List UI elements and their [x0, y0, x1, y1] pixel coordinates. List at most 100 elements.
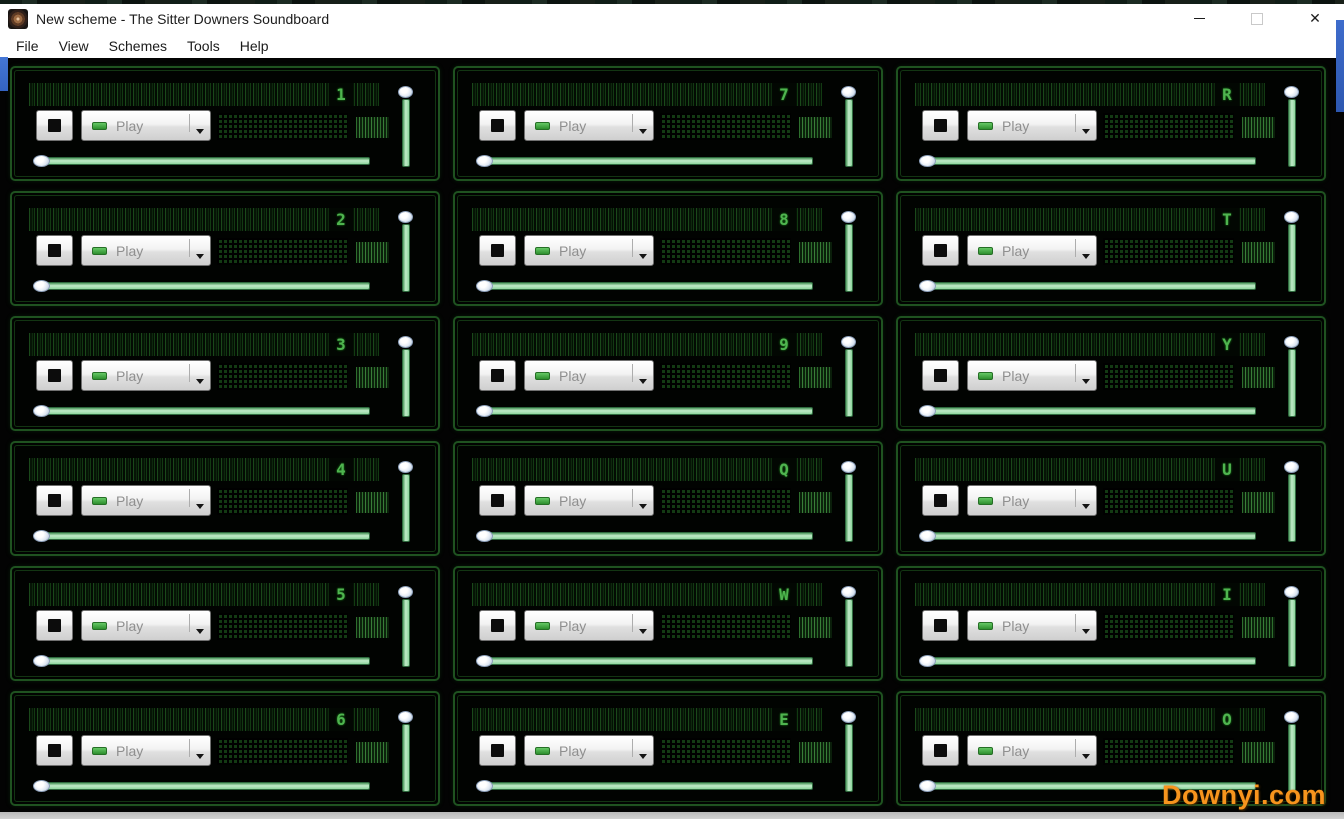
maximize-button[interactable]: [1228, 4, 1286, 33]
volume-slider-vertical[interactable]: [396, 586, 416, 668]
dropdown-arrow-icon[interactable]: [1082, 504, 1090, 509]
dropdown-arrow-icon[interactable]: [1082, 629, 1090, 634]
stop-button[interactable]: [36, 485, 73, 516]
seek-slider-thumb[interactable]: [33, 280, 50, 292]
volume-slider-thumb[interactable]: [398, 461, 413, 473]
seek-slider-horizontal[interactable]: [33, 404, 370, 418]
stop-button[interactable]: [479, 485, 516, 516]
seek-slider-horizontal[interactable]: [33, 779, 370, 793]
menu-tools[interactable]: Tools: [177, 38, 230, 54]
volume-slider-vertical[interactable]: [396, 211, 416, 293]
play-button[interactable]: Play: [524, 735, 654, 766]
stop-button[interactable]: [922, 360, 959, 391]
play-button[interactable]: Play: [524, 360, 654, 391]
stop-button[interactable]: [479, 610, 516, 641]
volume-slider-vertical[interactable]: [1282, 586, 1302, 668]
seek-slider-horizontal[interactable]: [476, 404, 813, 418]
seek-slider-thumb[interactable]: [476, 405, 493, 417]
volume-slider-thumb[interactable]: [1284, 586, 1299, 598]
play-button[interactable]: Play: [967, 110, 1097, 141]
menu-schemes[interactable]: Schemes: [99, 38, 177, 54]
play-button[interactable]: Play: [524, 110, 654, 141]
volume-slider-thumb[interactable]: [841, 86, 856, 98]
play-button[interactable]: Play: [524, 610, 654, 641]
stop-button[interactable]: [922, 610, 959, 641]
stop-button[interactable]: [36, 110, 73, 141]
volume-slider-thumb[interactable]: [398, 336, 413, 348]
volume-slider-vertical[interactable]: [396, 86, 416, 168]
dropdown-arrow-icon[interactable]: [1082, 254, 1090, 259]
seek-slider-thumb[interactable]: [476, 155, 493, 167]
seek-slider-thumb[interactable]: [33, 530, 50, 542]
play-button[interactable]: Play: [81, 485, 211, 516]
seek-slider-horizontal[interactable]: [919, 404, 1256, 418]
stop-button[interactable]: [36, 610, 73, 641]
play-button[interactable]: Play: [81, 360, 211, 391]
seek-slider-thumb[interactable]: [33, 780, 50, 792]
seek-slider-horizontal[interactable]: [476, 529, 813, 543]
stop-button[interactable]: [479, 110, 516, 141]
seek-slider-thumb[interactable]: [919, 280, 936, 292]
play-button[interactable]: Play: [967, 360, 1097, 391]
seek-slider-horizontal[interactable]: [33, 279, 370, 293]
seek-slider-horizontal[interactable]: [33, 154, 370, 168]
seek-slider-thumb[interactable]: [476, 280, 493, 292]
seek-slider-horizontal[interactable]: [476, 279, 813, 293]
minimize-button[interactable]: [1170, 4, 1228, 33]
stop-button[interactable]: [922, 485, 959, 516]
volume-slider-thumb[interactable]: [1284, 211, 1299, 223]
volume-slider-thumb[interactable]: [841, 586, 856, 598]
seek-slider-horizontal[interactable]: [33, 654, 370, 668]
play-button[interactable]: Play: [81, 610, 211, 641]
volume-slider-vertical[interactable]: [396, 461, 416, 543]
volume-slider-vertical[interactable]: [1282, 461, 1302, 543]
stop-button[interactable]: [922, 735, 959, 766]
volume-slider-thumb[interactable]: [398, 711, 413, 723]
volume-slider-vertical[interactable]: [1282, 211, 1302, 293]
stop-button[interactable]: [36, 235, 73, 266]
volume-slider-vertical[interactable]: [839, 211, 859, 293]
dropdown-arrow-icon[interactable]: [639, 629, 647, 634]
volume-slider-thumb[interactable]: [398, 211, 413, 223]
menu-view[interactable]: View: [49, 38, 99, 54]
seek-slider-thumb[interactable]: [919, 530, 936, 542]
seek-slider-horizontal[interactable]: [919, 154, 1256, 168]
volume-slider-vertical[interactable]: [839, 461, 859, 543]
dropdown-arrow-icon[interactable]: [196, 379, 204, 384]
volume-slider-vertical[interactable]: [1282, 86, 1302, 168]
seek-slider-horizontal[interactable]: [476, 654, 813, 668]
menu-file[interactable]: File: [6, 38, 49, 54]
seek-slider-thumb[interactable]: [33, 155, 50, 167]
seek-slider-horizontal[interactable]: [919, 529, 1256, 543]
seek-slider-thumb[interactable]: [476, 655, 493, 667]
seek-slider-horizontal[interactable]: [919, 279, 1256, 293]
play-button[interactable]: Play: [81, 235, 211, 266]
dropdown-arrow-icon[interactable]: [639, 379, 647, 384]
dropdown-arrow-icon[interactable]: [196, 629, 204, 634]
volume-slider-thumb[interactable]: [841, 336, 856, 348]
seek-slider-horizontal[interactable]: [33, 529, 370, 543]
volume-slider-thumb[interactable]: [398, 586, 413, 598]
play-button[interactable]: Play: [967, 610, 1097, 641]
dropdown-arrow-icon[interactable]: [1082, 754, 1090, 759]
dropdown-arrow-icon[interactable]: [196, 754, 204, 759]
play-button[interactable]: Play: [967, 235, 1097, 266]
seek-slider-horizontal[interactable]: [476, 154, 813, 168]
play-button[interactable]: Play: [81, 735, 211, 766]
seek-slider-thumb[interactable]: [919, 780, 936, 792]
seek-slider-thumb[interactable]: [33, 655, 50, 667]
dropdown-arrow-icon[interactable]: [639, 754, 647, 759]
volume-slider-thumb[interactable]: [1284, 461, 1299, 473]
volume-slider-vertical[interactable]: [1282, 336, 1302, 418]
seek-slider-horizontal[interactable]: [476, 779, 813, 793]
seek-slider-thumb[interactable]: [476, 530, 493, 542]
volume-slider-vertical[interactable]: [839, 711, 859, 793]
play-button[interactable]: Play: [524, 485, 654, 516]
dropdown-arrow-icon[interactable]: [1082, 129, 1090, 134]
volume-slider-vertical[interactable]: [839, 336, 859, 418]
stop-button[interactable]: [479, 735, 516, 766]
dropdown-arrow-icon[interactable]: [196, 504, 204, 509]
volume-slider-thumb[interactable]: [1284, 86, 1299, 98]
volume-slider-thumb[interactable]: [1284, 711, 1299, 723]
dropdown-arrow-icon[interactable]: [639, 504, 647, 509]
